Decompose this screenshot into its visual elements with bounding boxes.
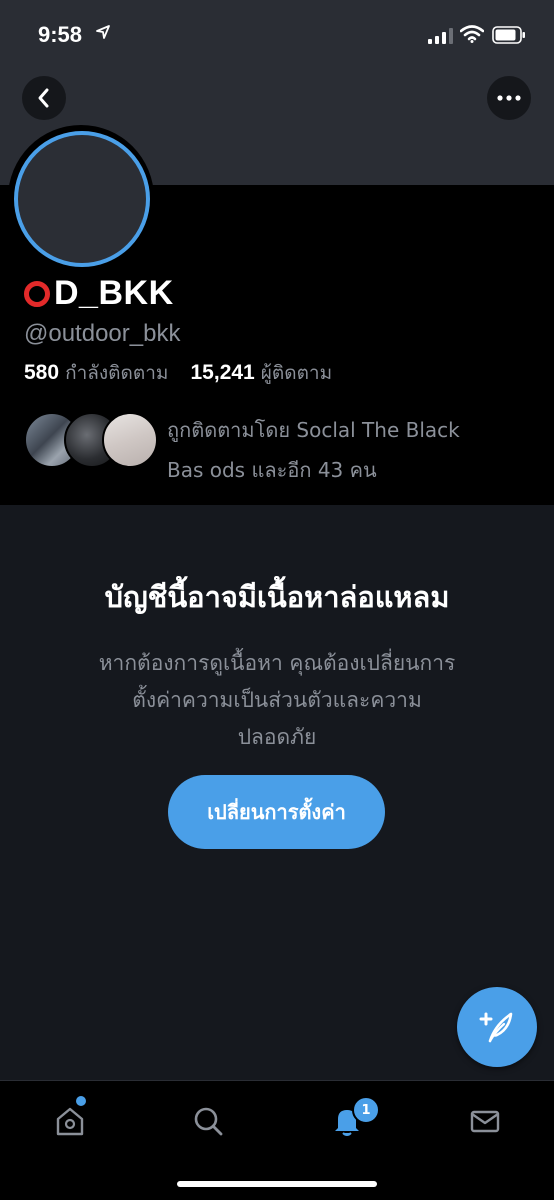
warning-body: หากต้องการดูเนื้อหา คุณต้องเปลี่ยนการ ตั… <box>50 645 504 756</box>
home-icon <box>56 1107 84 1136</box>
tab-home[interactable] <box>50 1101 90 1141</box>
battery-icon <box>492 26 525 44</box>
followers-link[interactable]: 15,241 ผู้ติดตาม <box>190 361 333 384</box>
status-time: 9:58 <box>38 22 83 47</box>
red-circle-icon <box>24 280 50 307</box>
warning-body-line: ปลอดภัย <box>237 725 317 749</box>
followed-by-line: Bas ods และอีก 43 คน <box>167 458 377 482</box>
warning-body-line: ตั้งค่าความเป็นส่วนตัวและความ <box>132 688 422 712</box>
tab-messages[interactable] <box>465 1101 505 1141</box>
more-icon <box>497 95 521 101</box>
followed-by-text: ถูกติดตามโดย Soclal The Black Bas ods แล… <box>167 410 537 490</box>
follow-stats: 580 กำลังติดตาม 15,241 ผู้ติดตาม <box>24 358 332 388</box>
avatar[interactable] <box>14 131 150 267</box>
warning-body-line: หากต้องการดูเนื้อหา คุณต้องเปลี่ยนการ <box>98 651 456 675</box>
more-button[interactable] <box>487 76 531 120</box>
following-label: กำลังติดตาม <box>65 362 169 384</box>
back-icon <box>38 88 49 108</box>
following-link[interactable]: 580 กำลังติดตาม <box>24 361 174 384</box>
followed-by[interactable]: ถูกติดตามโดย Soclal The Black Bas ods แล… <box>24 412 544 482</box>
location-icon <box>96 25 110 39</box>
profile-name: D_BKK <box>54 274 174 312</box>
followed-by-line: ถูกติดตามโดย Soclal The Black <box>167 418 460 442</box>
tab-search[interactable] <box>188 1101 228 1141</box>
profile-handle: @outdoor_bkk <box>24 320 181 347</box>
status-bar: 9:58 <box>0 0 554 70</box>
home-new-dot <box>76 1096 86 1106</box>
profile-name-row: D_BKK <box>24 274 174 313</box>
following-count: 580 <box>24 361 60 384</box>
followers-label: ผู้ติดตาม <box>260 362 333 384</box>
compose-button[interactable] <box>457 987 537 1067</box>
warning-title: บัญชีนี้อาจมีเนื้อหาล่อแหลม <box>104 580 450 614</box>
signal-icon <box>428 28 453 44</box>
back-button[interactable] <box>22 76 66 120</box>
mail-icon <box>470 1110 500 1133</box>
home-indicator <box>177 1181 377 1187</box>
wifi-icon <box>460 25 484 43</box>
compose-icon <box>479 1012 513 1043</box>
notification-badge: 1 <box>352 1096 380 1124</box>
change-settings-button[interactable]: เปลี่ยนการตั้งค่า <box>168 775 385 849</box>
search-icon <box>194 1107 223 1136</box>
follower-avatar <box>102 412 158 468</box>
followers-count: 15,241 <box>190 361 255 384</box>
